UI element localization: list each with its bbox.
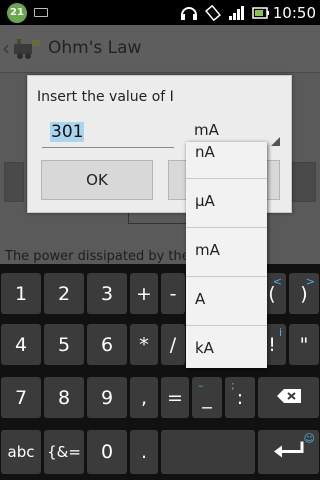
key-symbols[interactable]: {&=: [44, 430, 84, 474]
key-5[interactable]: 5: [44, 324, 84, 365]
key-period[interactable]: .: [130, 430, 158, 474]
unit-option-a[interactable]: A: [186, 277, 267, 326]
value-input[interactable]: 301: [42, 116, 174, 148]
key-paren-close[interactable]: >): [289, 273, 319, 314]
key-equals[interactable]: =: [161, 377, 189, 418]
status-time: 10:50: [272, 4, 316, 22]
signal-icon: [228, 5, 246, 21]
key-6[interactable]: 6: [87, 324, 127, 365]
background-button: [292, 162, 316, 202]
dialog-title: Insert the value of I: [37, 89, 174, 105]
unit-option-na[interactable]: nA: [186, 142, 267, 179]
app-logo-icon: [12, 36, 42, 60]
unit-select-value: mA: [194, 121, 219, 139]
key-abc[interactable]: abc: [1, 430, 41, 474]
background-frame: [128, 212, 188, 224]
key-enter[interactable]: ☺: [258, 430, 319, 474]
key-multiply[interactable]: *: [130, 324, 158, 365]
unit-option-ka[interactable]: kA: [186, 326, 267, 368]
status-bar: 21 10:50: [0, 0, 320, 25]
notification-badge: 21: [7, 3, 27, 23]
key-8[interactable]: 8: [44, 377, 84, 418]
key-comma[interactable]: ,: [130, 377, 158, 418]
action-bar: ‹ Ohm's Law: [0, 25, 320, 73]
battery-icon: [252, 5, 270, 21]
key-3[interactable]: 3: [87, 273, 127, 314]
unit-dropdown-list: nA μA mA A kA: [186, 142, 267, 368]
key-9[interactable]: 9: [87, 377, 127, 418]
unit-option-ua[interactable]: μA: [186, 179, 267, 228]
key-2[interactable]: 2: [44, 273, 84, 314]
key-minus[interactable]: -: [161, 273, 185, 314]
back-chevron-icon[interactable]: ‹: [2, 36, 10, 60]
key-underscore[interactable]: – _: [192, 377, 222, 418]
keyboard-icon: [34, 8, 48, 17]
key-backspace[interactable]: [258, 377, 319, 418]
unit-option-ma[interactable]: mA: [186, 228, 267, 277]
dropdown-triangle-icon: [271, 137, 280, 146]
key-plus[interactable]: +: [130, 273, 158, 314]
key-7[interactable]: 7: [1, 377, 41, 418]
key-0[interactable]: 0: [87, 430, 127, 474]
backspace-icon: [258, 387, 319, 409]
value-input-text: 301: [50, 122, 85, 142]
ok-button[interactable]: OK: [41, 160, 153, 200]
enter-icon: [258, 440, 319, 465]
key-space[interactable]: [161, 430, 255, 474]
key-1[interactable]: 1: [1, 273, 41, 314]
key-4[interactable]: 4: [1, 324, 41, 365]
key-quote[interactable]: ": [289, 324, 319, 365]
app-title: Ohm's Law: [48, 38, 142, 58]
background-button: [4, 162, 24, 202]
key-divide[interactable]: /: [161, 324, 185, 365]
math-keyboard: 1 2 3 + - <( >) 4 5 6 * / i! " 7 8 9 , =…: [0, 264, 320, 480]
key-colon[interactable]: ;:: [225, 377, 255, 418]
rotation-lock-icon: [204, 4, 222, 22]
headset-icon: [180, 5, 198, 21]
power-description: The power dissipated by the: [5, 249, 190, 264]
